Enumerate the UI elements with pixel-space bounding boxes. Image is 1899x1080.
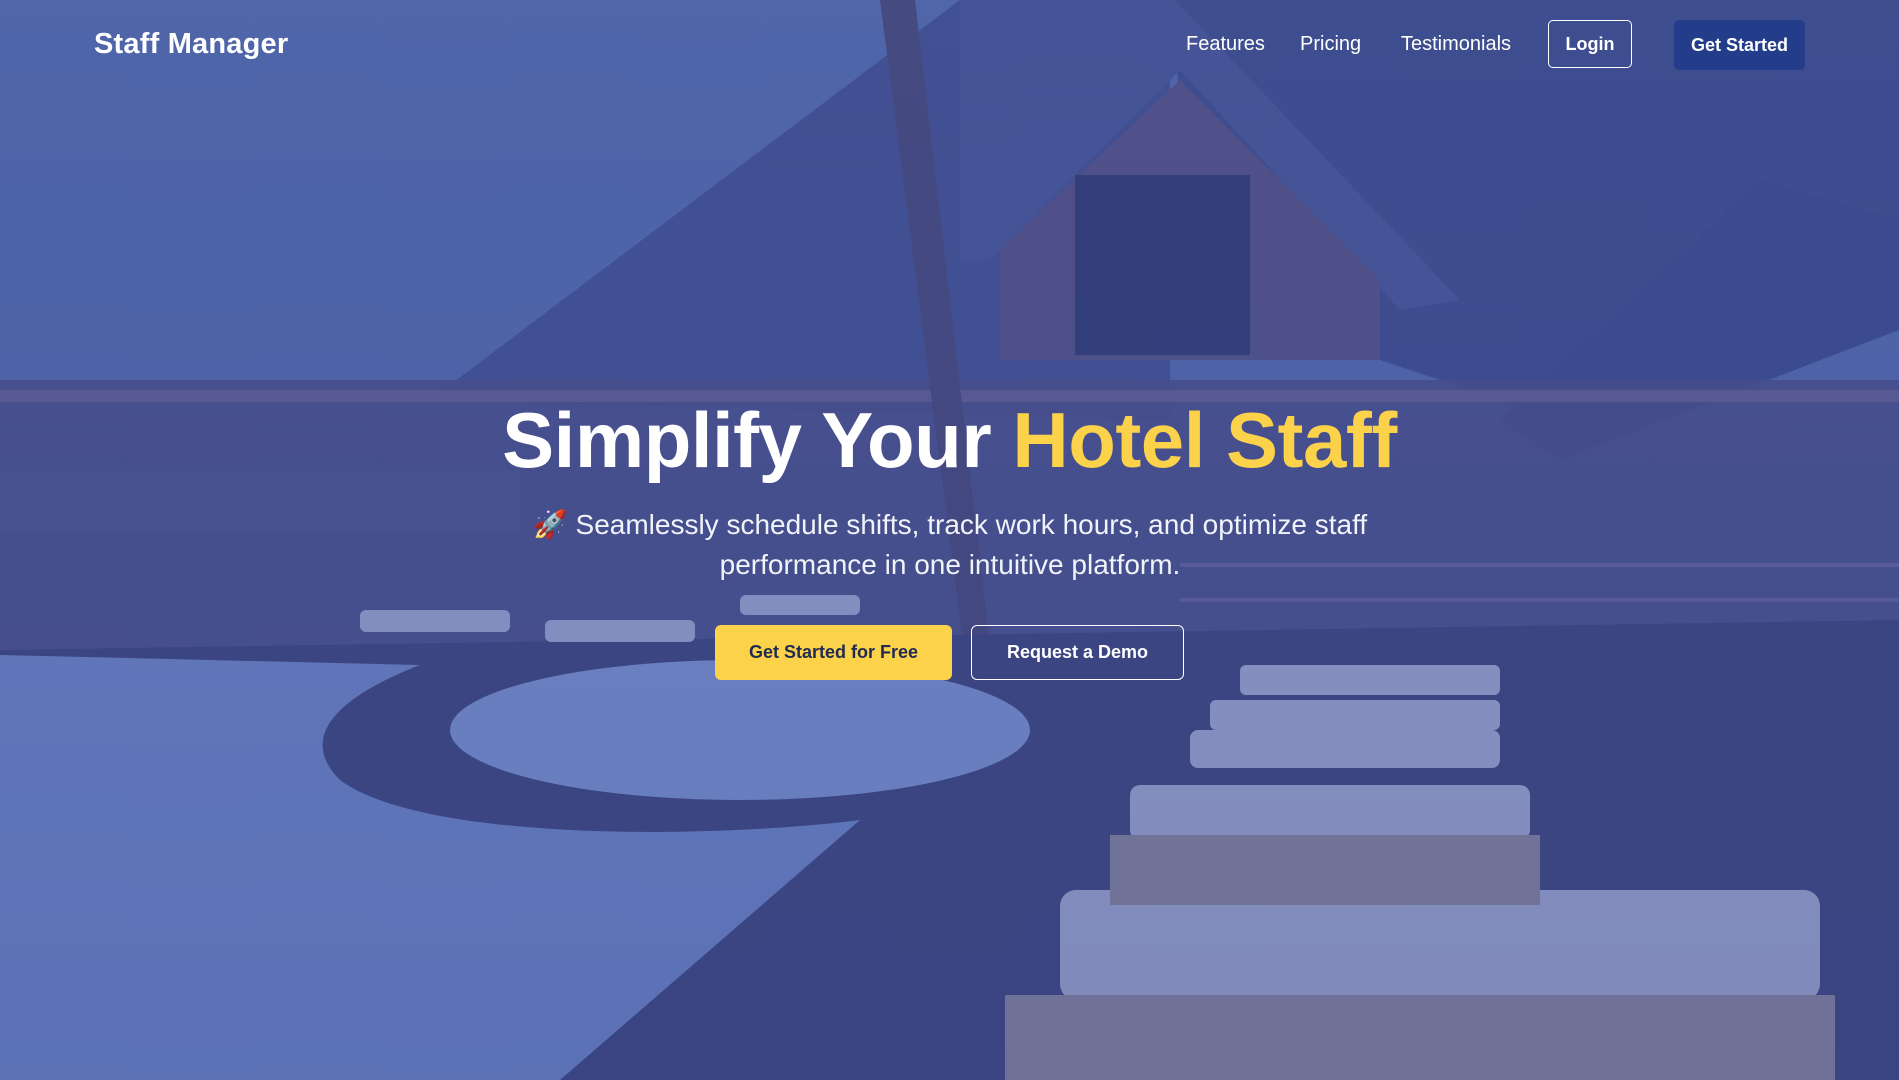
- nav-link-testimonials[interactable]: Testimonials: [1401, 33, 1511, 56]
- get-started-free-button[interactable]: Get Started for Free: [715, 625, 952, 680]
- headline-accent: Hotel Staff: [1012, 396, 1397, 484]
- hero-subtext: 🚀 Seamlessly schedule shifts, track work…: [532, 509, 1368, 580]
- hero-section: Staff Manager Features Pricing Testimoni…: [0, 0, 1899, 1080]
- top-navbar: Staff Manager Features Pricing Testimoni…: [0, 0, 1899, 92]
- get-started-button[interactable]: Get Started: [1674, 20, 1805, 70]
- brand-logo[interactable]: Staff Manager: [94, 28, 288, 61]
- headline-main: Simplify Your: [502, 396, 1013, 484]
- nav-link-features[interactable]: Features: [1186, 33, 1265, 56]
- nav-link-pricing[interactable]: Pricing: [1300, 33, 1361, 56]
- login-button[interactable]: Login: [1548, 20, 1632, 68]
- hero-headline: Simplify Your Hotel Staff: [0, 396, 1899, 484]
- request-demo-button[interactable]: Request a Demo: [971, 625, 1184, 680]
